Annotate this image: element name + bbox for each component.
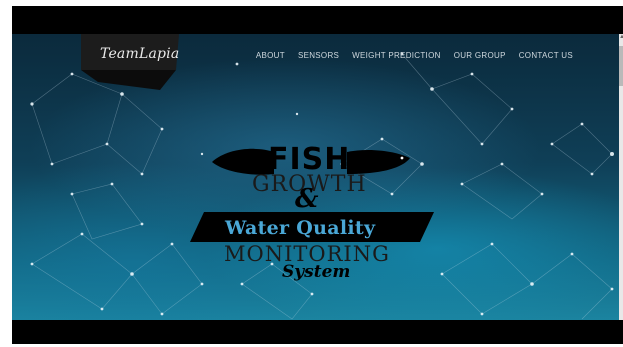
hero-title-system: System [282, 262, 351, 282]
hero-title-ampersand: & [295, 184, 319, 214]
letterbox-top [12, 6, 623, 34]
scrollbar-thumb[interactable] [619, 46, 623, 86]
fish-left-shape [212, 148, 274, 175]
nav-about[interactable]: ABOUT [256, 51, 285, 60]
scroll-up-arrow-icon[interactable]: ▲ [619, 34, 623, 40]
nav-sensors[interactable]: SENSORS [298, 51, 339, 60]
logo-text: TeamLapia [100, 46, 180, 62]
hero-title-water-quality: Water Quality [225, 217, 376, 239]
fish-right-shape [347, 150, 410, 174]
letterbox-bottom [12, 320, 623, 344]
nav-weight-prediction[interactable]: WEIGHT PREDICTION [352, 51, 441, 60]
video-frame: TeamLapia ABOUT SENSORS WEIGHT PREDICTIO… [0, 0, 623, 347]
site-logo[interactable]: TeamLapia [100, 46, 179, 62]
nav-our-group[interactable]: OUR GROUP [454, 51, 506, 60]
scrollbar[interactable]: ▲ [619, 34, 623, 320]
hero-section: TeamLapia ABOUT SENSORS WEIGHT PREDICTIO… [12, 34, 619, 320]
nav-contact-us[interactable]: CONTACT US [519, 51, 573, 60]
main-nav: ABOUT SENSORS WEIGHT PREDICTION OUR GROU… [256, 51, 573, 60]
